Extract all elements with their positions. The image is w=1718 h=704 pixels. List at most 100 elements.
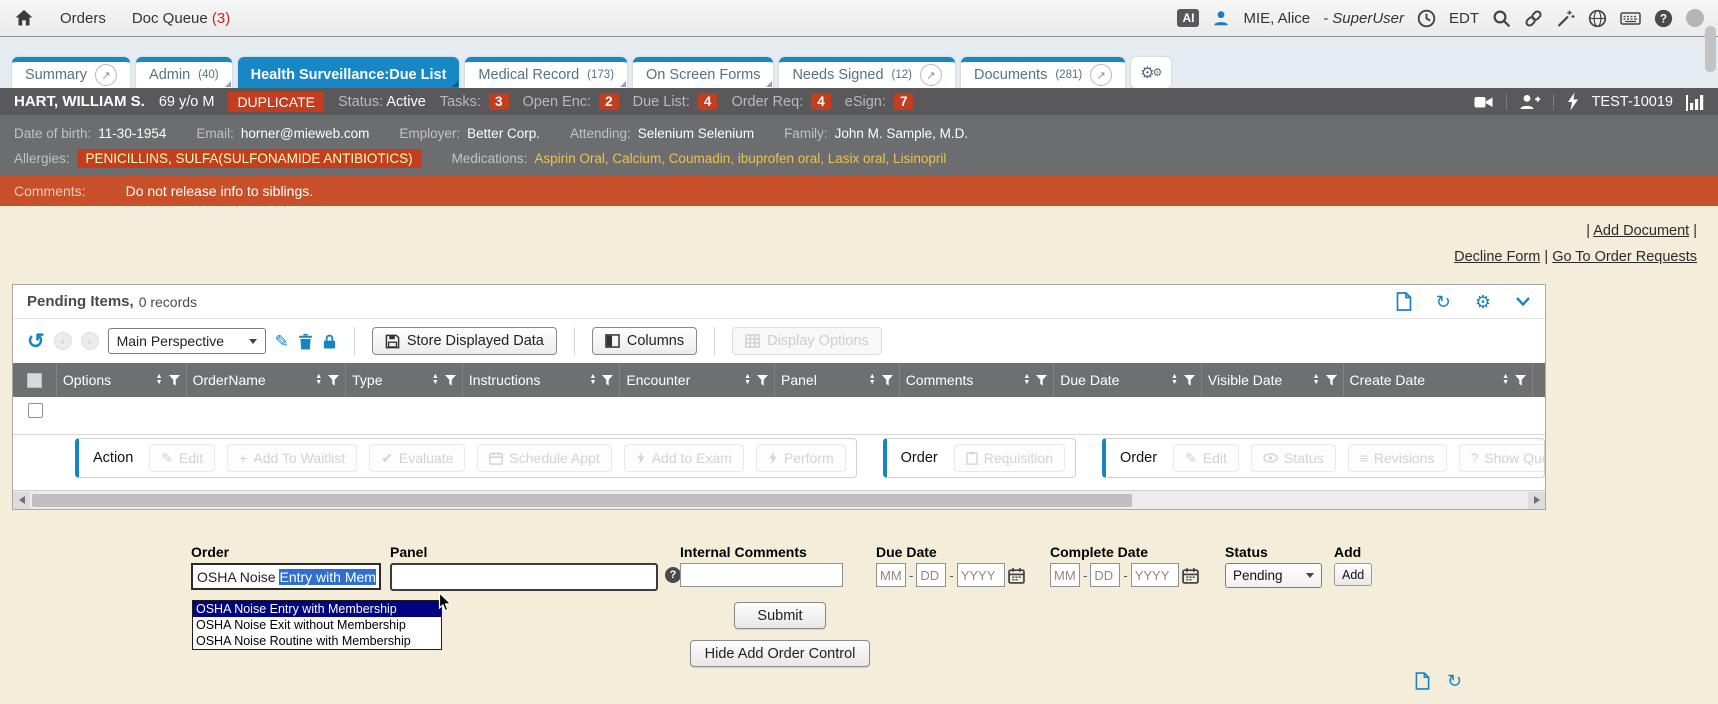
store-displayed-data-button[interactable]: Store Displayed Data [372,327,557,355]
status-button[interactable]: Status [1251,444,1336,472]
col-due-date[interactable]: Due Date▲▼ [1054,363,1202,397]
scroll-right-arrow[interactable] [1528,492,1545,509]
edit-button[interactable]: ✎Edit [149,444,215,472]
decline-form-link[interactable]: Decline Form [1454,249,1540,265]
horizontal-scrollbar[interactable] [13,490,1545,509]
video-camera-icon[interactable] [1473,93,1494,111]
keyboard-icon[interactable] [1620,10,1641,26]
requisition-button[interactable]: Requisition [954,444,1065,472]
sort-icon[interactable]: ▲▼ [156,374,163,386]
tab-health-surveillance-due-list[interactable]: Health Surveillance:Due List [238,57,460,88]
dropdown-option[interactable]: OSHA Noise Exit without Membership [193,617,441,633]
lightning-icon[interactable] [1566,92,1580,111]
delete-perspective-icon[interactable] [298,333,313,350]
ai-badge[interactable]: AI [1177,9,1199,27]
col-panel[interactable]: Panel▲▼ [775,363,900,397]
complete-date-mm-input[interactable] [1050,563,1080,587]
edit-perspective-icon[interactable]: ✎ [275,333,289,350]
filter-icon[interactable] [1036,375,1047,386]
sort-icon[interactable]: ▲▼ [1171,374,1178,386]
display-options-button[interactable]: Display Options [732,327,882,355]
show-questions-button[interactable]: ?Show Questions [1459,444,1545,472]
refresh-icon[interactable]: ↻ [1436,293,1451,311]
vertical-scrollbar-thumb[interactable] [1705,26,1716,72]
tab-on-screen-forms[interactable]: On Screen Forms [633,57,773,88]
go-to-order-requests-link[interactable]: Go To Order Requests [1552,249,1697,265]
col-instructions[interactable]: Instructions▲▼ [463,363,621,397]
columns-button[interactable]: Columns [592,327,697,355]
popout-icon[interactable]: ↗ [1090,64,1112,86]
panel-help-icon[interactable]: ? [665,567,681,583]
scroll-left-arrow[interactable] [13,492,30,509]
panel-input[interactable] [390,563,658,591]
due-date-dd-input[interactable] [916,563,946,587]
popout-icon[interactable]: ↗ [95,64,117,86]
home-icon[interactable] [14,8,34,28]
tab-admin[interactable]: Admin (40) [136,57,232,88]
add-to-waitlist-button[interactable]: +Add To Waitlist [227,444,357,472]
undo-icon[interactable]: ↺ [27,331,45,352]
gear-icon[interactable]: ⚙ [1475,293,1491,311]
new-document-icon[interactable] [1415,672,1430,690]
filter-icon[interactable] [1326,375,1337,386]
counter-due-list[interactable]: Due List: 4 [633,94,718,110]
status-select[interactable]: Pending [1225,563,1322,588]
scrollbar-thumb[interactable] [32,494,1132,507]
chevron-down-icon[interactable] [1515,296,1531,307]
clock-icon[interactable] [1417,9,1436,28]
submit-button[interactable]: Submit [734,602,826,629]
filter-icon[interactable] [445,375,456,386]
nav-orders[interactable]: Orders [60,10,106,27]
bar-chart-icon[interactable] [1685,93,1704,111]
sort-icon[interactable]: ▲▼ [432,374,439,386]
user-name[interactable]: MIE, Alice [1243,10,1310,27]
filter-icon[interactable] [169,375,180,386]
col-clipped[interactable]: A [1533,363,1545,397]
filter-icon[interactable] [1184,375,1195,386]
perform-button[interactable]: Perform [756,444,846,472]
filter-icon[interactable] [1515,375,1526,386]
col-ordername[interactable]: OrderName▲▼ [187,363,347,397]
col-type[interactable]: Type▲▼ [346,363,463,397]
prev-perspective-icon[interactable]: ‹ [54,332,72,350]
revisions-button[interactable]: ≡Revisions [1348,444,1447,472]
col-encounter[interactable]: Encounter▲▼ [620,363,775,397]
globe-icon[interactable] [1588,9,1607,28]
col-visible-date[interactable]: Visible Date▲▼ [1202,363,1344,397]
evaluate-button[interactable]: ✔Evaluate [369,444,465,472]
add-person-icon[interactable] [1519,93,1541,111]
col-comments[interactable]: Comments▲▼ [900,363,1055,397]
avatar[interactable] [1686,9,1704,27]
select-all-checkbox[interactable] [13,363,57,397]
edit-order-button[interactable]: ✎Edit [1173,444,1239,472]
wand-icon[interactable] [1556,9,1575,28]
sort-icon[interactable]: ▲▼ [869,374,876,386]
filter-icon[interactable] [882,375,893,386]
filter-icon[interactable] [328,375,339,386]
counter-open-enc[interactable]: Open Enc: 2 [523,94,619,110]
col-create-date[interactable]: Create Date▲▼ [1344,363,1533,397]
schedule-appt-button[interactable]: Schedule Appt [477,444,611,472]
popout-icon[interactable]: ↗ [920,64,942,86]
dropdown-option[interactable]: OSHA Noise Entry with Membership [193,601,441,617]
filter-icon[interactable] [602,375,613,386]
tab-settings-button[interactable]: ⚙⚙ [1131,57,1171,88]
order-input[interactable]: OSHA Noise Entry with Mem [191,563,381,590]
add-button[interactable]: Add [1334,563,1372,586]
sort-icon[interactable]: ▲▼ [1313,374,1320,386]
internal-comments-input[interactable] [680,563,843,587]
complete-date-dd-input[interactable] [1090,563,1120,587]
help-icon[interactable]: ? [1654,9,1673,28]
complete-date-yyyy-input[interactable] [1131,563,1179,587]
tab-medical-record[interactable]: Medical Record (173) [465,57,627,88]
counter-esign[interactable]: eSign: 7 [845,94,914,110]
search-icon[interactable] [1492,9,1511,28]
next-perspective-icon[interactable]: › [81,332,99,350]
perspective-select[interactable]: Main Perspective [108,328,266,354]
calendar-icon[interactable] [1182,567,1199,584]
duplicate-badge[interactable]: DUPLICATE [228,92,324,112]
tab-needs-signed[interactable]: Needs Signed (12) ↗ [779,57,955,88]
col-options[interactable]: Options▲▼ [57,363,187,397]
tab-summary[interactable]: Summary ↗ [12,57,130,88]
add-document-link[interactable]: Add Document [1593,223,1689,239]
